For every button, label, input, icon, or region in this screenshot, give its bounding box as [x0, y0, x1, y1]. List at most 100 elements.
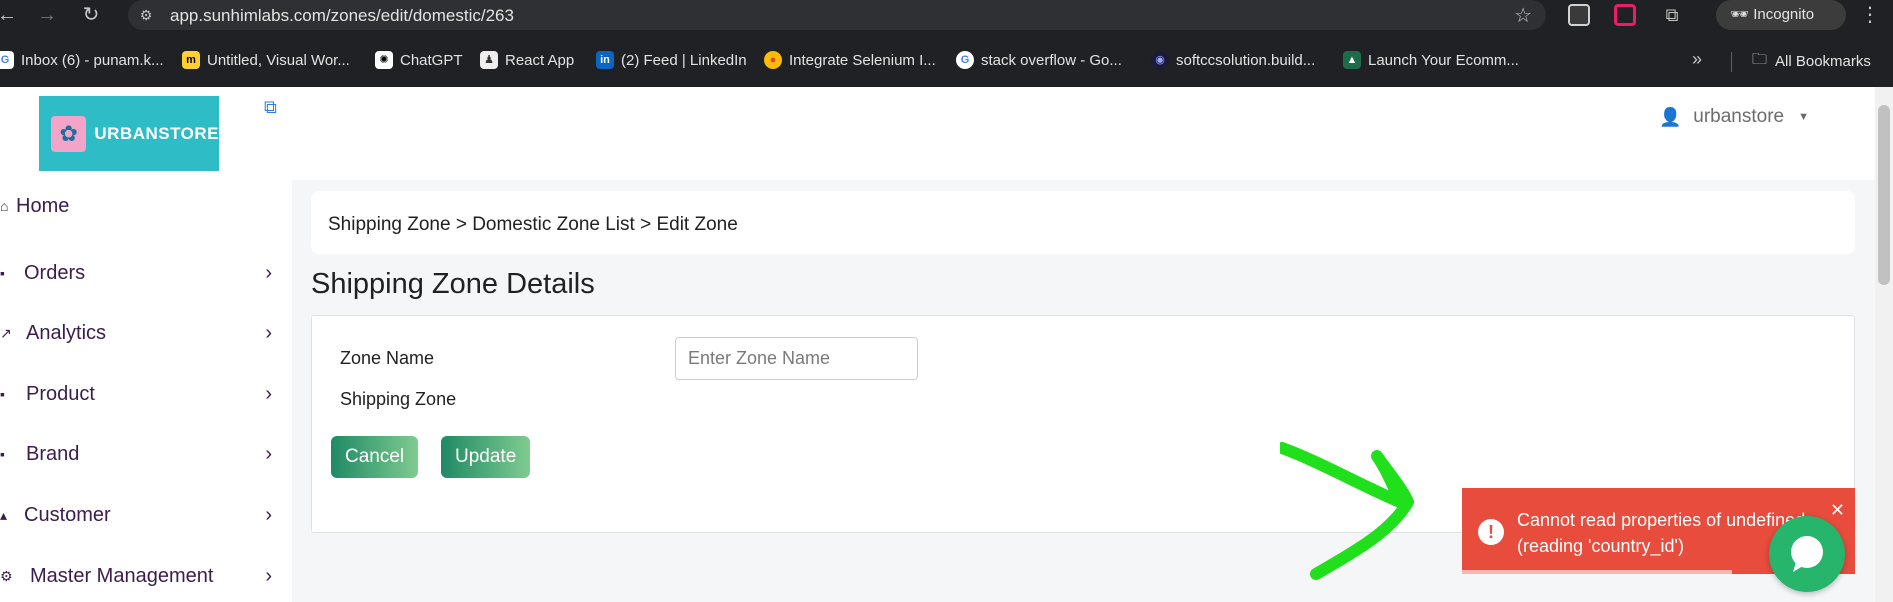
annotation-arrow [1280, 442, 1414, 580]
app-header: 👤 urbanstore ▼ [292, 87, 1875, 180]
user-menu[interactable]: 👤 urbanstore ▼ [1659, 106, 1809, 128]
site-settings-icon[interactable]: ⚙ [136, 5, 156, 25]
logo-flower-icon: ✿ [51, 115, 87, 152]
bookmark-item[interactable]: ◉ softccsolution.build... [1151, 49, 1315, 71]
chevron-right-icon: › [265, 382, 272, 405]
toast-progress [1462, 570, 1732, 574]
home-icon: ⌂ [0, 198, 9, 214]
bookmark-item[interactable]: G Inbox (6) - punam.k... [0, 49, 164, 71]
reload-icon[interactable]: ↻ [76, 0, 106, 30]
forward-icon[interactable]: → [32, 0, 62, 30]
sidebar-item-orders[interactable]: ▪ Orders › [0, 253, 292, 293]
google-icon: G [956, 51, 974, 69]
url-text[interactable]: app.sunhimlabs.com/zones/edit/domestic/2… [170, 6, 514, 26]
user-icon: 👤 [1659, 107, 1682, 127]
extension-lens-icon[interactable] [1568, 4, 1590, 26]
sidebar-item-label: Brand [26, 442, 80, 465]
sidebar-item-label: Home [16, 194, 70, 217]
site-icon: ◉ [1151, 51, 1169, 69]
brand-icon: ▪ [0, 446, 5, 462]
bookmark-label: ChatGPT [400, 51, 463, 69]
error-icon: ! [1478, 519, 1504, 545]
customer-icon: ▴ [0, 506, 8, 523]
analytics-icon: ↗ [0, 324, 12, 341]
settings-icon: ⚙ [0, 567, 13, 584]
bookmark-item[interactable]: ● Integrate Selenium I... [764, 49, 936, 71]
address-bar[interactable]: ⚙ app.sunhimlabs.com/zones/edit/domestic… [128, 0, 1546, 30]
bookmark-label: stack overflow - Go... [981, 51, 1122, 69]
browser-toolbar: ← → ↻ ⚙ app.sunhimlabs.com/zones/edit/do… [0, 0, 1893, 32]
bookmark-item[interactable]: in (2) Feed | LinkedIn [596, 49, 747, 71]
incognito-badge[interactable]: 🕶 Incognito [1716, 0, 1846, 30]
react-app-icon: ♟ [480, 51, 498, 69]
page-scrollbar[interactable] [1875, 87, 1893, 602]
sidebar: ✿ URBANSTORE ⧉ ⌂ Home ▪ Orders › ↗ Analy… [0, 87, 292, 602]
bookmark-item[interactable]: ✺ ChatGPT [375, 49, 463, 71]
bookmark-label: Launch Your Ecomm... [1368, 51, 1519, 69]
browser-menu-icon[interactable]: ⋮ [1860, 2, 1880, 27]
all-bookmarks-label: All Bookmarks [1775, 53, 1871, 70]
sidebar-item-label: Customer [24, 503, 111, 526]
brand-logo[interactable]: ✿ URBANSTORE [39, 96, 219, 171]
product-icon: ▪ [0, 386, 5, 402]
update-button[interactable]: Update [441, 436, 531, 478]
bookmark-label: (2) Feed | LinkedIn [621, 51, 747, 69]
breadcrumb: Shipping Zone > Domestic Zone List > Edi… [311, 191, 1855, 254]
bookmark-label: Integrate Selenium I... [789, 51, 936, 69]
sidebar-item-brand[interactable]: ▪ Brand › [0, 434, 292, 474]
bookmark-item[interactable]: Gstack overflow - Go... [956, 49, 1122, 71]
sidebar-item-label: Master Management [30, 564, 214, 587]
scroll-thumb[interactable] [1878, 105, 1890, 285]
folder-icon: 🗀 [1752, 51, 1768, 68]
shop-icon: ▲ [1343, 51, 1361, 69]
cancel-button[interactable]: Cancel [331, 436, 419, 478]
chevron-right-icon: › [265, 564, 272, 587]
bookmarks-divider [1731, 52, 1732, 72]
external-link-icon[interactable]: ⧉ [264, 97, 277, 118]
chrome-icon: ● [764, 51, 782, 69]
page-title: Shipping Zone Details [311, 268, 595, 300]
sidebar-item-home[interactable]: ⌂ Home [0, 186, 292, 226]
all-bookmarks-button[interactable]: 🗀 All Bookmarks [1752, 49, 1871, 74]
shipping-zone-label: Shipping Zone [340, 389, 457, 409]
back-icon[interactable]: ← [0, 0, 22, 30]
incognito-label: Incognito [1753, 6, 1815, 23]
sidebar-item-analytics[interactable]: ↗ Analytics › [0, 313, 292, 353]
more-bookmarks-icon[interactable]: » [1692, 49, 1702, 70]
sidebar-item-product[interactable]: ▪ Product › [0, 374, 292, 414]
bookmark-label: React App [505, 51, 575, 69]
breadcrumb-text[interactable]: Shipping Zone > Domestic Zone List > Edi… [328, 214, 738, 235]
bookmark-item[interactable]: ▲ Launch Your Ecomm... [1343, 49, 1519, 71]
linkedin-icon: in [596, 51, 614, 69]
chatgpt-icon: ✺ [375, 51, 393, 69]
incognito-icon: 🕶 [1730, 6, 1750, 23]
chat-bubble-icon [1791, 536, 1823, 572]
bookmark-label: Inbox (6) - punam.k... [21, 51, 164, 69]
bookmark-label: softccsolution.build... [1176, 51, 1316, 69]
google-icon: G [0, 51, 14, 69]
extension-pink-icon[interactable] [1614, 4, 1636, 26]
bookmark-item[interactable]: m Untitled, Visual Wor... [182, 49, 350, 71]
bookmarks-bar: G Inbox (6) - punam.k... m Untitled, Visua… [0, 32, 1893, 87]
sidebar-item-label: Orders [24, 261, 86, 284]
orders-icon: ▪ [0, 265, 5, 281]
sidebar-item-master-management[interactable]: ⚙ Master Management › [0, 556, 292, 596]
username: urbanstore [1693, 106, 1785, 127]
sidebar-item-customer[interactable]: ▴ Customer › [0, 495, 292, 535]
chat-widget-button[interactable] [1769, 516, 1845, 592]
extensions-puzzle-icon[interactable]: ⧉ [1661, 4, 1683, 26]
chevron-right-icon: › [265, 321, 272, 344]
logo-text: URBANSTORE [94, 123, 219, 143]
chevron-right-icon: › [265, 442, 272, 465]
sidebar-item-label: Analytics [26, 321, 107, 344]
miro-icon: m [182, 51, 200, 69]
sidebar-item-label: Product [26, 382, 95, 405]
bookmark-star-icon[interactable]: ☆ [1514, 3, 1532, 28]
bookmark-label: Untitled, Visual Wor... [207, 51, 350, 69]
bookmark-item[interactable]: ♟ React App [480, 49, 574, 71]
zone-name-label: Zone Name [340, 348, 435, 368]
chevron-right-icon: › [265, 261, 272, 284]
zone-name-input[interactable] [675, 337, 918, 380]
caret-down-icon: ▼ [1798, 111, 1809, 123]
chevron-right-icon: › [265, 503, 272, 526]
